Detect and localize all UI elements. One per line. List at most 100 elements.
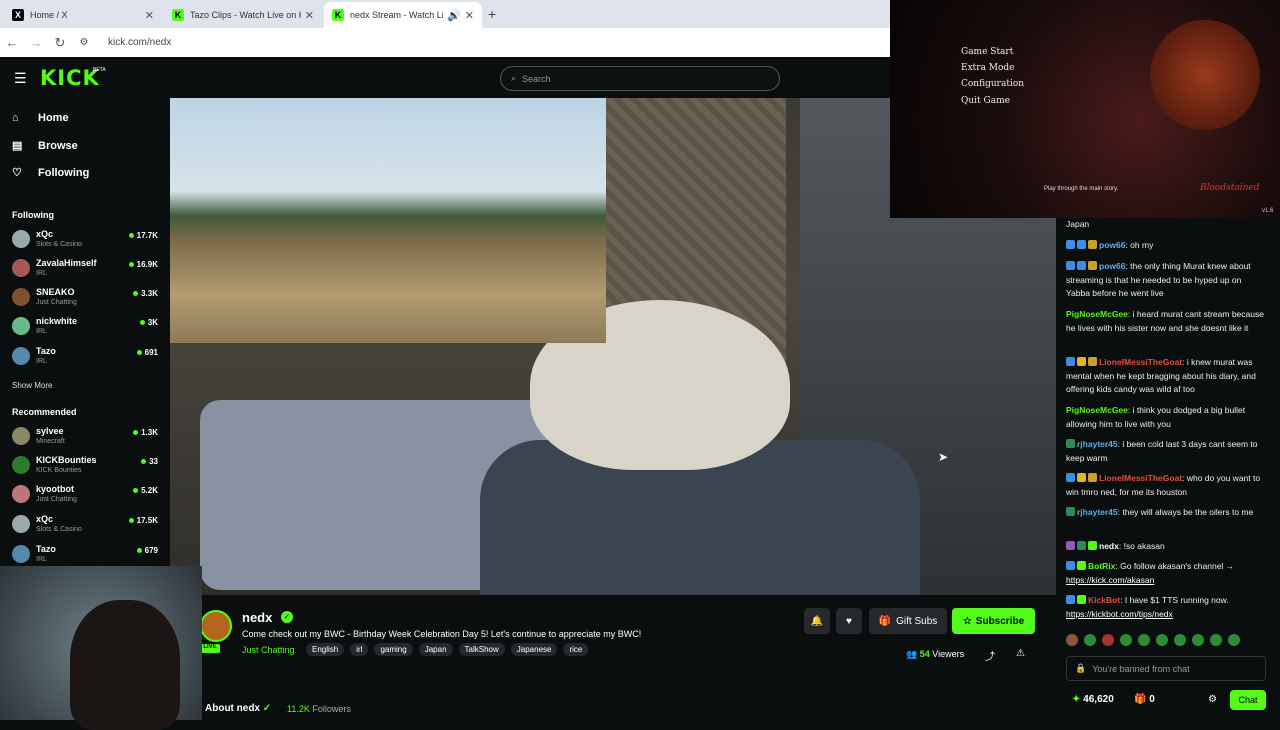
chat-username[interactable]: KickBot — [1088, 595, 1120, 605]
show-more-link[interactable]: Show More — [12, 381, 52, 390]
verified-badge-icon — [1077, 561, 1086, 570]
recommended-channel[interactable]: xQc Slots & Casino 17.5K — [12, 513, 162, 541]
emote-icon[interactable] — [1066, 634, 1078, 646]
chat-link[interactable]: https://kick.com/akasan — [1066, 575, 1154, 585]
report-icon[interactable]: ⚠ — [1016, 648, 1025, 659]
following-channel[interactable]: nickwhite IRL 3K — [12, 315, 162, 343]
chat-send-button[interactable]: Chat — [1230, 690, 1266, 710]
chat-text: : I have $1 TTS running now. — [1120, 595, 1229, 605]
subscribe-label: Subscribe — [975, 615, 1025, 627]
search-input[interactable]: ⌕ Search — [500, 66, 780, 91]
sidebar-item-browse[interactable]: ▤ Browse — [12, 139, 78, 153]
chat-text: : they will always be the oilers to me — [1117, 507, 1254, 517]
chat-message: KickBot: I have $1 TTS running now. http… — [1066, 594, 1266, 621]
chat-username[interactable]: nedx — [1099, 541, 1119, 551]
close-icon[interactable]: ✕ — [305, 9, 314, 22]
sidebar-item-home[interactable]: ⌂ Home — [12, 112, 69, 124]
speaker-icon[interactable]: 🔊 — [447, 9, 461, 22]
chat-settings-gear-icon[interactable]: ⚙ — [1208, 694, 1217, 705]
tag[interactable]: Japan — [418, 643, 453, 656]
emote-icon[interactable] — [1228, 634, 1240, 646]
emote-icon[interactable] — [1192, 634, 1204, 646]
following-channel[interactable]: SNEAKO Just Chatting 3.3K — [12, 286, 162, 314]
emote-icon[interactable] — [1120, 634, 1132, 646]
search-icon: ⌕ — [511, 73, 517, 83]
following-channel[interactable]: ZavalaHimself IRL 16.9K — [12, 257, 162, 285]
notification-bell-icon[interactable]: 🔔 — [804, 608, 830, 634]
recommended-channel[interactable]: kyootbot Just Chatting 5.2K — [12, 483, 162, 511]
viewer-count: 679 — [137, 546, 158, 555]
chat-text: : Go follow akasan's channel → — [1115, 561, 1235, 571]
reload-icon[interactable]: ↻ — [48, 35, 72, 51]
chat-username[interactable]: rjhayter45 — [1077, 439, 1118, 449]
stream-title: Come check out my BWC - Birthday Week Ce… — [242, 629, 642, 639]
recommended-channel[interactable]: KICKBounties KICK Bounties 33 — [12, 454, 162, 482]
emote-icon[interactable] — [1210, 634, 1222, 646]
close-icon[interactable]: ✕ — [465, 9, 474, 22]
chat-username[interactable]: PigNoseMcGee — [1066, 405, 1128, 415]
site-info-icon[interactable]: ⚙ — [72, 37, 96, 48]
chat-link[interactable]: https://kickbot.com/tips/nedx — [1066, 609, 1173, 619]
chat-username[interactable]: PigNoseMcGee — [1066, 309, 1128, 319]
badge-icon — [1077, 261, 1086, 270]
chat-text: : !so akasan — [1118, 541, 1165, 551]
tab-home-x[interactable]: X Home / X ✕ — [4, 2, 162, 28]
chat-message: PigNoseMcGee: i think you dodged a big b… — [1066, 404, 1266, 431]
kick-logo[interactable]: KICK — [40, 66, 100, 90]
subscribe-button[interactable]: ☆ Subscribe — [952, 608, 1035, 634]
game-moon — [1150, 20, 1260, 130]
channel-category: Minecraft — [36, 438, 65, 445]
chat-message: pow66: the only thing Murat knew about s… — [1066, 260, 1266, 301]
chat-username[interactable]: BotRix — [1088, 561, 1115, 571]
emote-icon[interactable] — [1102, 634, 1114, 646]
tag[interactable]: rice — [563, 643, 589, 656]
chat-username[interactable]: rjhayter45 — [1077, 507, 1118, 517]
chat-username[interactable]: pow66 — [1099, 261, 1125, 271]
hamburger-menu-icon[interactable]: ☰ — [14, 70, 27, 87]
tab-nedx-stream[interactable]: K nedx Stream - Watch Live o 🔊 ✕ — [324, 2, 482, 28]
gift-points[interactable]: 🎁 0 — [1134, 694, 1155, 705]
sidebar-item-following[interactable]: ♡ Following — [12, 166, 89, 180]
close-icon[interactable]: ✕ — [145, 9, 154, 22]
stream-category[interactable]: Just Chatting — [242, 645, 295, 655]
emote-icon[interactable] — [1156, 634, 1168, 646]
tag[interactable]: gaming — [374, 643, 413, 656]
tag[interactable]: irl — [350, 643, 369, 656]
tag[interactable]: Japanese — [510, 643, 558, 656]
follow-heart-icon[interactable]: ♥ — [836, 608, 862, 634]
url-field[interactable]: kick.com/nedx — [108, 37, 171, 48]
emote-icon[interactable] — [1138, 634, 1150, 646]
emote-icon[interactable] — [1174, 634, 1186, 646]
forward-icon[interactable]: → — [24, 35, 48, 50]
viewer-count: 👥 54 Viewers — [906, 649, 964, 660]
gift-subs-label: Gift Subs — [896, 615, 938, 627]
following-channel[interactable]: xQc Slots & Casino 17.7K — [12, 228, 162, 256]
share-icon[interactable]: ⤴ — [985, 648, 995, 663]
channel-points[interactable]: ✦ 46,620 — [1072, 694, 1114, 705]
streamer-avatar[interactable] — [200, 610, 232, 642]
points-value: 46,620 — [1083, 694, 1114, 705]
recommended-channel[interactable]: sylvee Minecraft 1.3K — [12, 425, 162, 453]
browser-tab-bar: X Home / X ✕ K Tazo Clips - Watch Live o… — [0, 0, 890, 28]
chat-message: PigNoseMcGee: i heard murat cant stream … — [1066, 308, 1266, 335]
kick-logo-icon: K — [332, 9, 344, 21]
following-channel[interactable]: Tazo IRL 691 — [12, 345, 162, 373]
tag[interactable]: TalkShow — [458, 643, 505, 656]
streamer-name[interactable]: nedx — [242, 610, 272, 625]
chat-text: : oh my — [1125, 240, 1154, 250]
emote-icon[interactable] — [1084, 634, 1096, 646]
new-tab-button[interactable]: + — [488, 6, 496, 22]
avatar — [12, 259, 30, 277]
tag[interactable]: English — [306, 643, 345, 656]
chat-username[interactable]: pow66 — [1099, 240, 1125, 250]
chat-username[interactable]: LionelMessiTheGoat — [1099, 357, 1182, 367]
channel-category: Just Chatting — [36, 299, 77, 306]
back-icon[interactable]: ← — [0, 35, 24, 50]
tab-tazo-clips[interactable]: K Tazo Clips - Watch Live on Kick ✕ — [164, 2, 322, 28]
gift-subs-button[interactable]: 🎁 Gift Subs — [869, 608, 947, 634]
beta-badge: BETA — [93, 67, 106, 73]
badge-icon — [1066, 507, 1075, 516]
avatar — [12, 230, 30, 248]
chat-input-banned[interactable]: 🔒 You're banned from chat — [1066, 656, 1266, 681]
chat-username[interactable]: LionelMessiTheGoat — [1099, 473, 1182, 483]
